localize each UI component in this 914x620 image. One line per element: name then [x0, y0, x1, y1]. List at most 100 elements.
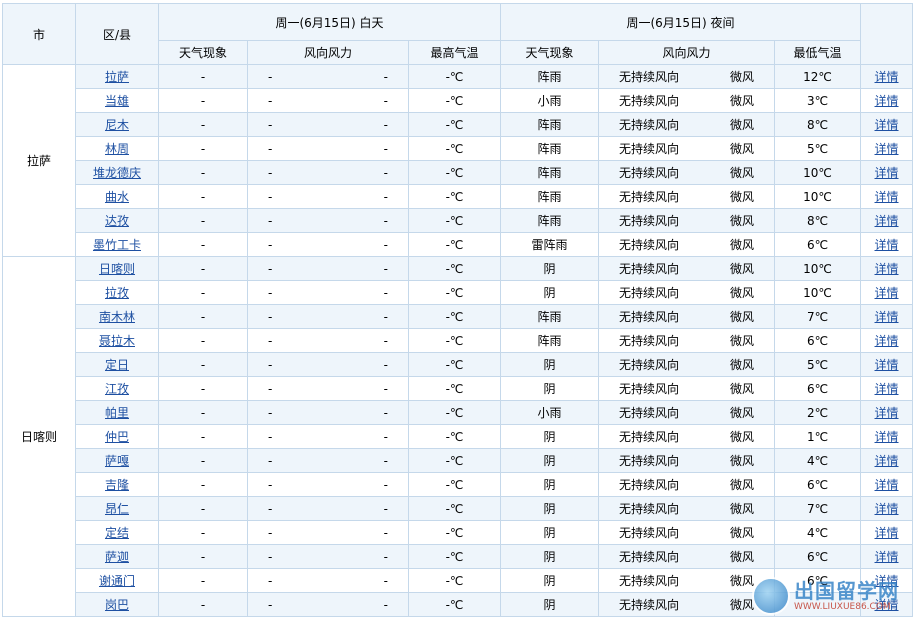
detail-link[interactable]: 详情 — [875, 214, 899, 228]
night-weather-cell: 阴 — [500, 472, 600, 497]
table-row: 昂仁 - - - -℃ 阴无持续风向 微风 7℃ 详情 — [3, 496, 914, 521]
night-low-cell: 2℃ — [774, 400, 862, 425]
detail-link[interactable]: 详情 — [875, 406, 899, 420]
county-link[interactable]: 尼木 — [105, 118, 129, 132]
detail-link[interactable]: 详情 — [875, 526, 899, 540]
night-wind-cell: 无持续风向 微风 — [598, 544, 776, 569]
night-low-cell: 6℃ — [774, 568, 862, 593]
day-wind-cell: -- — [247, 136, 409, 161]
table-row: 聂拉木 - - - -℃ 阵雨 无持续风向 微风 6℃ 详情 — [3, 328, 914, 353]
weather-table: 市 区/县 周一(6月15日) 白天 周一(6月15日) 夜间 天气现象 风向风… — [2, 3, 914, 617]
county-link[interactable]: 墨竹工卡 — [93, 238, 141, 252]
county-link[interactable]: 聂拉木 — [99, 334, 135, 348]
detail-link[interactable]: 详情 — [875, 382, 899, 396]
detail-link[interactable]: 详情 — [875, 310, 899, 324]
night-low-header: 最低气温 — [774, 40, 862, 65]
county-link[interactable]: 日喀则 — [99, 262, 135, 276]
detail-link[interactable]: 详情 — [875, 598, 899, 612]
night-wind-cell: 无持续风向 微风 — [598, 304, 776, 329]
night-wind-direction: 无持续风向 — [619, 94, 680, 108]
day-weather-cell: - — [158, 232, 248, 257]
county-link[interactable]: 林周 — [105, 142, 129, 156]
detail-link[interactable]: 详情 — [875, 70, 899, 84]
detail-link[interactable]: 详情 — [875, 502, 899, 516]
county-link[interactable]: 谢通门 — [99, 574, 135, 588]
night-wind-power: 微风 — [730, 358, 755, 372]
county-cell: 帕里 — [75, 400, 159, 425]
detail-link[interactable]: 详情 — [875, 550, 899, 564]
county-link[interactable]: 定结 — [105, 526, 129, 540]
night-low-cell: 6℃ — [774, 376, 862, 401]
night-wind-cell: 无持续风向 微风 — [598, 208, 776, 233]
night-low-cell: 12℃ — [774, 64, 862, 89]
detail-link[interactable]: 详情 — [875, 238, 899, 252]
night-wind-power: 微风 — [730, 190, 755, 204]
night-wind-power: 微风 — [730, 142, 755, 156]
table-row: 南木林 - - - -℃ 阵雨 无持续风向 微风 7℃ 详情 — [3, 304, 914, 329]
county-link[interactable]: 江孜 — [105, 382, 129, 396]
table-row: 达孜 - - - -℃ 阵雨 无持续风向 微风 8℃ 详情 — [3, 208, 914, 233]
night-wind-cell: 无持续风向 微风 — [598, 232, 776, 257]
day-high-cell: -℃ — [407, 448, 502, 473]
day-wind-direction: - — [268, 429, 273, 444]
detail-link[interactable]: 详情 — [875, 118, 899, 132]
detail-link[interactable]: 详情 — [875, 454, 899, 468]
day-wind-power: - — [383, 429, 388, 444]
county-link[interactable]: 仲巴 — [105, 430, 129, 444]
table-row: 江孜 - - - -℃ 阴无持续风向 微风 6℃ 详情 — [3, 376, 914, 401]
day-wind-cell: -- — [247, 304, 409, 329]
county-link[interactable]: 定日 — [105, 358, 129, 372]
detail-link[interactable]: 详情 — [875, 94, 899, 108]
county-link[interactable]: 昂仁 — [105, 502, 129, 516]
county-link[interactable]: 帕里 — [105, 406, 129, 420]
night-wind-power: 微风 — [730, 94, 755, 108]
county-link[interactable]: 萨嘎 — [105, 454, 129, 468]
day-wind-direction: - — [268, 357, 273, 372]
day-wind-power: - — [383, 453, 388, 468]
detail-link[interactable]: 详情 — [875, 334, 899, 348]
night-weather-cell: 阴 — [500, 520, 600, 545]
day-weather-cell: - — [158, 424, 248, 449]
detail-link[interactable]: 详情 — [875, 286, 899, 300]
table-row: 拉孜 - - - -℃ 阴无持续风向 微风 10℃ 详情 — [3, 280, 914, 305]
night-weather-cell: 阴 — [500, 256, 600, 281]
county-link[interactable]: 萨迦 — [105, 550, 129, 564]
county-link[interactable]: 岗巴 — [105, 598, 129, 612]
detail-link[interactable]: 详情 — [875, 574, 899, 588]
day-wind-direction: - — [268, 309, 273, 324]
county-link[interactable]: 吉隆 — [105, 478, 129, 492]
day-weather-cell: - — [158, 496, 248, 521]
night-weather-cell: 阴 — [500, 376, 600, 401]
county-link[interactable]: 堆龙德庆 — [93, 166, 141, 180]
night-weather-cell: 阴 — [500, 424, 600, 449]
county-cell: 吉隆 — [75, 472, 159, 497]
detail-cell: 详情 — [860, 64, 914, 89]
detail-link[interactable]: 详情 — [875, 478, 899, 492]
night-low-cell: 8℃ — [774, 112, 862, 137]
detail-link[interactable]: 详情 — [875, 430, 899, 444]
day-wind-power: - — [383, 309, 388, 324]
county-link[interactable]: 拉孜 — [105, 286, 129, 300]
day-high-cell: -℃ — [407, 304, 502, 329]
detail-link[interactable]: 详情 — [875, 358, 899, 372]
county-link[interactable]: 拉萨 — [105, 70, 129, 84]
night-wind-direction: 无持续风向 — [619, 118, 680, 132]
detail-link[interactable]: 详情 — [875, 166, 899, 180]
day-weather-cell: - — [158, 184, 248, 209]
detail-link[interactable]: 详情 — [875, 190, 899, 204]
day-wind-cell: -- — [247, 592, 409, 617]
county-link[interactable]: 南木林 — [99, 310, 135, 324]
county-link[interactable]: 当雄 — [105, 94, 129, 108]
county-cell: 林周 — [75, 136, 159, 161]
detail-link[interactable]: 详情 — [875, 142, 899, 156]
detail-cell: 详情 — [860, 472, 914, 497]
day-wind-direction: - — [268, 237, 273, 252]
night-wind-cell: 无持续风向 微风 — [598, 352, 776, 377]
county-link[interactable]: 曲水 — [105, 190, 129, 204]
day-wind-cell: -- — [247, 328, 409, 353]
county-link[interactable]: 达孜 — [105, 214, 129, 228]
detail-cell: 详情 — [860, 304, 914, 329]
night-weather-cell: 阵雨 — [500, 112, 600, 137]
detail-link[interactable]: 详情 — [875, 262, 899, 276]
day-high-cell: -℃ — [407, 520, 502, 545]
